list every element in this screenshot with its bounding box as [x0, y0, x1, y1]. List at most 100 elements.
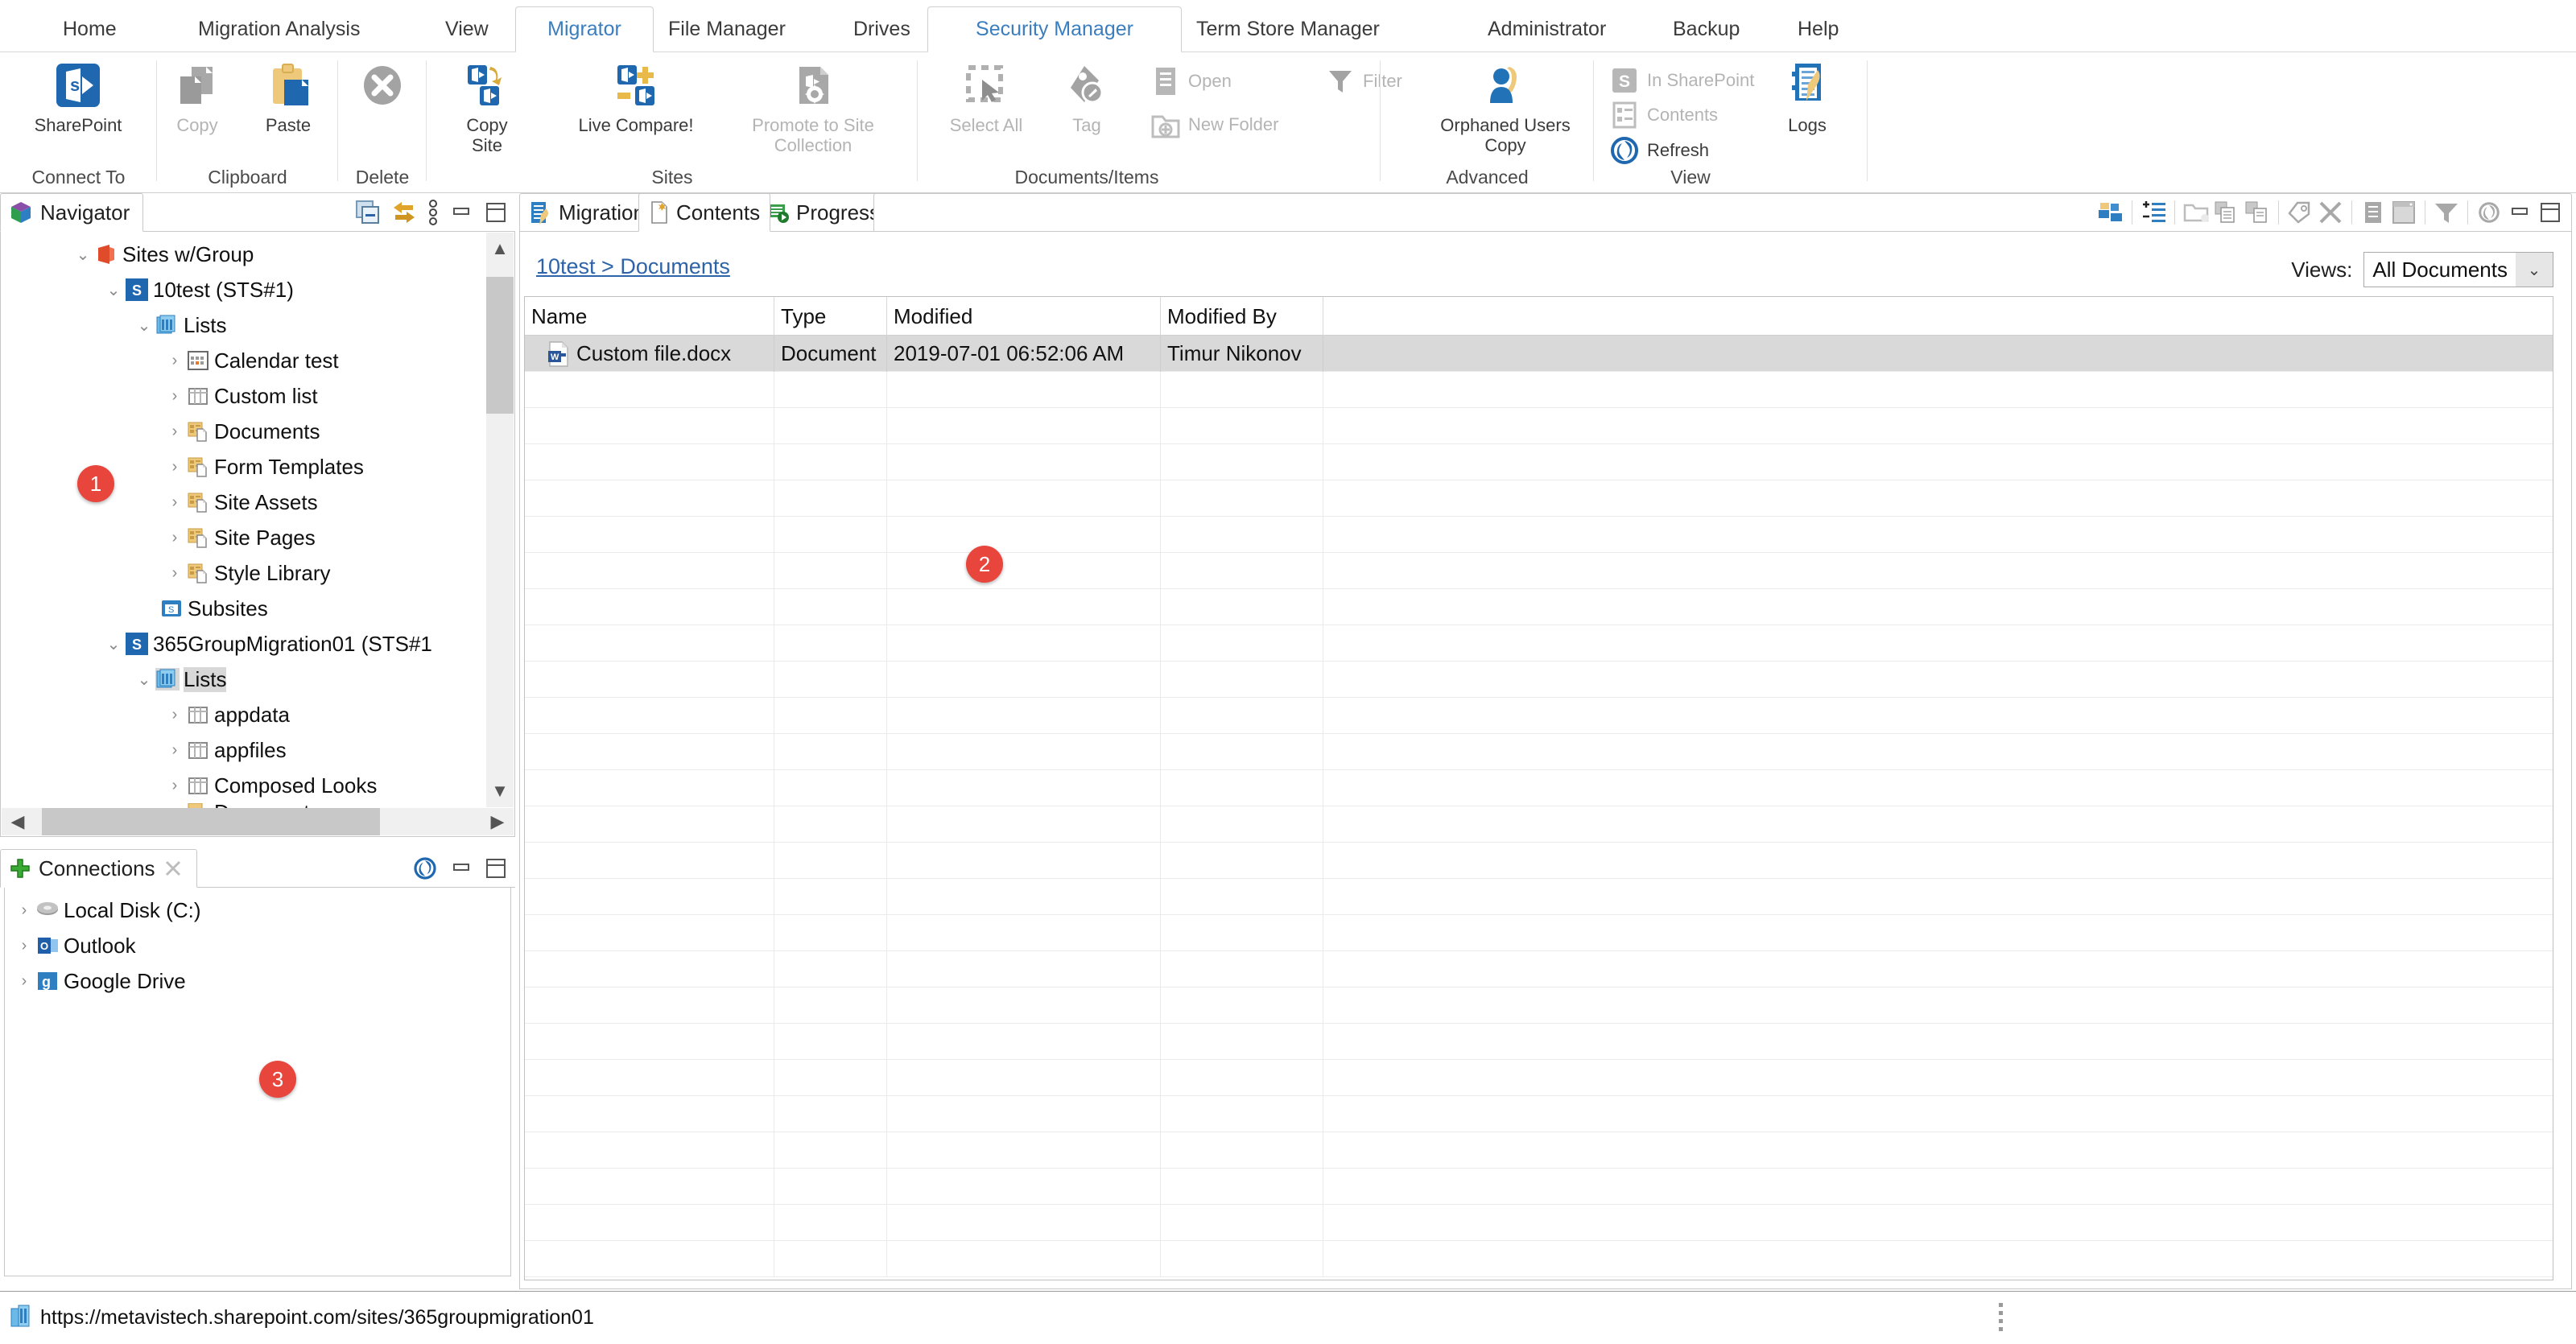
chevron-right-icon[interactable]: ›	[163, 387, 186, 406]
tree-item-appdata[interactable]: › appdata	[163, 697, 290, 732]
table-row[interactable]	[525, 1096, 2553, 1132]
chevron-right-icon[interactable]: ›	[163, 352, 186, 370]
window-icon[interactable]	[2388, 197, 2419, 228]
tree-item-lists-365group[interactable]: ⌄ Lists	[133, 662, 226, 697]
tree-item-appfiles[interactable]: › appfiles	[163, 732, 287, 768]
ribbon-tab-drives[interactable]: Drives	[839, 6, 925, 52]
column-header-type[interactable]: Type	[774, 297, 887, 336]
copy-button[interactable]: Copy	[153, 59, 242, 135]
tree-item-form-templates[interactable]: › Form Templates	[163, 449, 364, 484]
connections-item-google-drive[interactable]: › g Google Drive	[13, 963, 186, 999]
new-folder-button[interactable]: New Folder	[1150, 109, 1278, 141]
ribbon-tab-backup[interactable]: Backup	[1658, 6, 1754, 52]
chevron-down-icon[interactable]: ⌄	[2516, 253, 2553, 287]
column-header-modified[interactable]: Modified	[887, 297, 1161, 336]
column-header-modified-by[interactable]: Modified By	[1161, 297, 1323, 336]
table-row[interactable]	[525, 408, 2553, 444]
ribbon-tab-home[interactable]: Home	[48, 6, 131, 52]
chevron-right-icon[interactable]: ›	[163, 458, 186, 476]
navigator-hscroll-thumb[interactable]	[42, 808, 380, 835]
chevron-right-icon[interactable]: ›	[163, 423, 186, 441]
open-doc-icon[interactable]	[2358, 197, 2388, 228]
table-row[interactable]	[525, 625, 2553, 662]
open-button[interactable]: Open	[1150, 65, 1232, 97]
navigator-vertical-scrollbar[interactable]: ▲ ▼	[486, 233, 514, 807]
navigator-tree[interactable]: ⌄ Sites w/Group ⌄ S 10test (STS#1) ⌄ Lis…	[0, 232, 515, 837]
navigator-tab[interactable]: Navigator	[0, 193, 143, 232]
table-row[interactable]	[525, 879, 2553, 915]
minimize-icon[interactable]	[449, 859, 473, 878]
delete-x-icon[interactable]	[2315, 197, 2346, 228]
chevron-down-icon[interactable]: ⌄	[102, 634, 125, 654]
filter-icon[interactable]	[2431, 197, 2462, 228]
table-row[interactable]	[525, 517, 2553, 553]
tab-migration[interactable]: Migration	[519, 193, 655, 232]
connections-item-local-disk[interactable]: › Local Disk (C:)	[13, 893, 200, 928]
tree-item-composed-looks[interactable]: › Composed Looks	[163, 768, 377, 803]
paste-items-icon[interactable]	[2242, 197, 2273, 228]
navigator-vscroll-thumb[interactable]	[486, 277, 514, 414]
orphaned-users-copy-button[interactable]: Orphaned Users Copy	[1433, 59, 1578, 156]
ribbon-tab-term-store-manager[interactable]: Term Store Manager	[1182, 6, 1394, 52]
tab-progress[interactable]: Progress	[757, 193, 890, 232]
table-row[interactable]	[525, 1241, 2553, 1277]
tree-item-style-library[interactable]: › Style Library	[163, 555, 331, 591]
tree-item-custom-list[interactable]: › Custom list	[163, 378, 318, 414]
column-header-extra[interactable]	[1323, 297, 2553, 336]
chevron-right-icon[interactable]: ›	[13, 972, 35, 991]
table-row[interactable]	[525, 734, 2553, 770]
contents-button[interactable]: Contents	[1608, 99, 1718, 131]
sharepoint-button[interactable]: s SharePoint	[26, 59, 130, 135]
table-row[interactable]	[525, 843, 2553, 879]
minimize-icon[interactable]	[449, 203, 473, 222]
table-row[interactable]: W Custom file.docx Document 2019-07-01 0…	[525, 336, 2553, 372]
ribbon-tab-migration-analysis[interactable]: Migration Analysis	[184, 6, 374, 52]
chevron-right-icon[interactable]: ›	[163, 777, 186, 795]
chevron-right-icon[interactable]: ›	[163, 529, 186, 547]
tree-item-site-assets[interactable]: › Site Assets	[163, 484, 318, 520]
chevron-right-icon[interactable]: ›	[13, 901, 35, 920]
expand-tree-icon[interactable]	[2095, 197, 2126, 228]
refresh-icon[interactable]	[412, 855, 438, 881]
table-row[interactable]	[525, 951, 2553, 987]
chevron-right-icon[interactable]: ›	[13, 937, 35, 955]
ribbon-tab-file-manager[interactable]: File Manager	[654, 6, 800, 52]
tree-item-calendar-test[interactable]: › Calendar test	[163, 343, 339, 378]
tree-item-sites-w-group[interactable]: ⌄ Sites w/Group	[72, 237, 254, 272]
minimize-icon[interactable]	[2504, 197, 2535, 228]
table-row[interactable]	[525, 1205, 2553, 1241]
in-sharepoint-button[interactable]: S In SharePoint	[1608, 64, 1754, 97]
table-row[interactable]	[525, 1132, 2553, 1169]
ribbon-tab-security-manager[interactable]: Security Manager	[927, 6, 1182, 52]
connections-tree[interactable]: › Local Disk (C:) › O Outlook › g Google…	[4, 888, 511, 1276]
column-header-name[interactable]: Name	[525, 297, 774, 336]
table-row[interactable]	[525, 770, 2553, 806]
table-row[interactable]	[525, 1060, 2553, 1096]
new-folder-icon[interactable]	[2181, 197, 2211, 228]
chevron-down-icon[interactable]: ⌄	[133, 670, 155, 690]
tree-item-site-pages[interactable]: › Site Pages	[163, 520, 316, 555]
table-row[interactable]	[525, 372, 2553, 408]
refresh-icon[interactable]	[2474, 197, 2504, 228]
table-row[interactable]	[525, 915, 2553, 951]
scroll-right-icon[interactable]: ▶	[481, 808, 514, 835]
view-menu-icon[interactable]	[428, 200, 438, 225]
scroll-up-icon[interactable]: ▲	[486, 233, 514, 265]
copy-site-button[interactable]: Copy Site	[435, 59, 539, 156]
add-connection-icon[interactable]	[9, 857, 31, 880]
connections-item-outlook[interactable]: › O Outlook	[13, 928, 136, 963]
chevron-down-icon[interactable]: ⌄	[72, 245, 94, 265]
chevron-down-icon[interactable]: ⌄	[102, 280, 125, 300]
close-icon[interactable]	[163, 858, 184, 879]
tab-contents[interactable]: Contents	[638, 193, 770, 232]
tag-button[interactable]: Tag	[1042, 59, 1131, 135]
table-row[interactable]	[525, 806, 2553, 843]
scroll-left-icon[interactable]: ◀	[2, 808, 34, 835]
tree-item-365groupmigration01[interactable]: ⌄ S 365GroupMigration01 (STS#1	[102, 626, 432, 662]
ribbon-tab-help[interactable]: Help	[1783, 6, 1853, 52]
documents-grid[interactable]: Name Type Modified Modified By W	[524, 296, 2553, 1280]
maximize-icon[interactable]	[485, 201, 507, 224]
promote-to-site-collection-button[interactable]: Promote to Site Collection	[724, 59, 902, 156]
tree-item-lists-10test[interactable]: ⌄ Lists	[133, 307, 226, 343]
chevron-right-icon[interactable]: ›	[163, 493, 186, 512]
